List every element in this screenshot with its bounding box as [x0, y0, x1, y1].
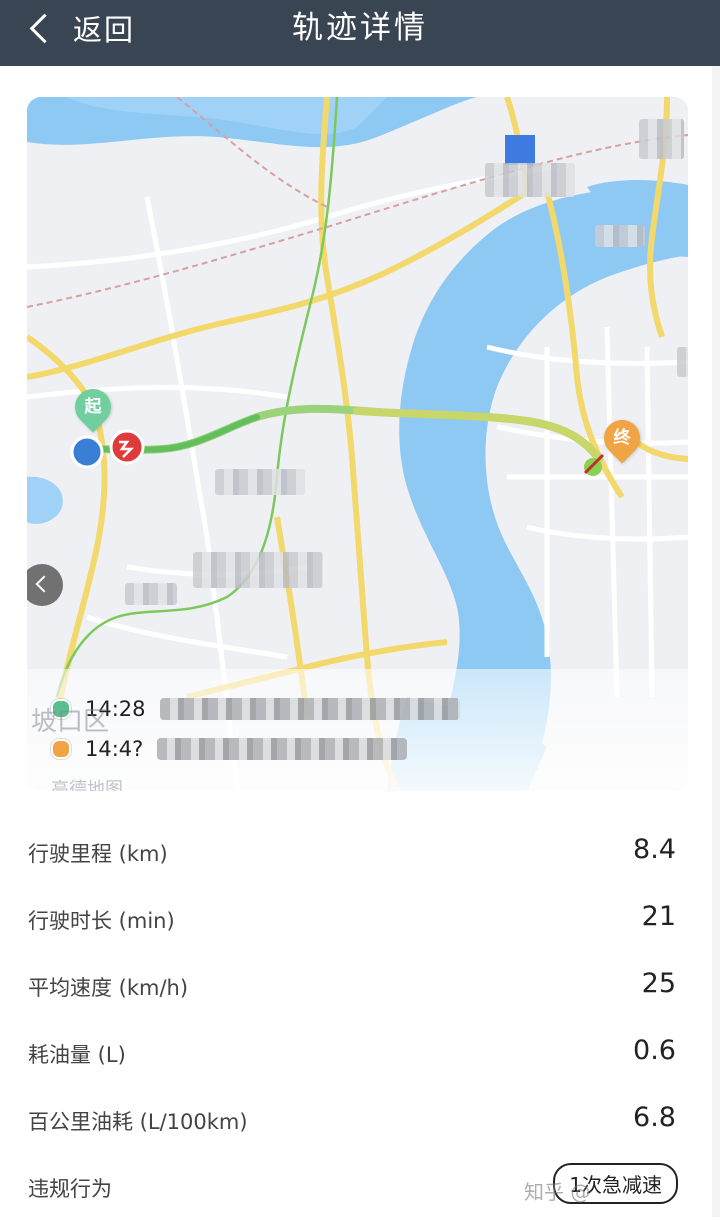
map-blurred-label — [485, 163, 575, 197]
violation-badge-button[interactable]: 1次急减速 — [553, 1163, 678, 1204]
legend-end-address-blurred — [157, 738, 408, 760]
map-blurred-label — [125, 583, 177, 605]
stat-value: 8.4 — [633, 834, 676, 865]
legend-start-row: 14:28 — [51, 697, 460, 721]
start-pin: 起 — [67, 381, 119, 433]
legend-start-address-blurred — [159, 698, 460, 720]
legend-end-time: 14:4? — [85, 737, 144, 761]
trip-map[interactable]: 起 终 14:28 14:4? 坡口区 高德地图 — [27, 97, 688, 791]
stat-label: 平均速度 (km/h) — [28, 976, 189, 1000]
right-edge-strip — [712, 66, 720, 1217]
stat-value: 21 — [641, 901, 676, 932]
stat-value: 0.6 — [633, 1035, 676, 1066]
top-nav-bar: 返回 轨迹详情 — [0, 0, 720, 66]
map-blurred-label — [193, 552, 323, 588]
stat-violations: 违规行为 1次急减速 — [0, 1155, 712, 1221]
map-legend: 14:28 14:4? — [27, 669, 688, 791]
map-blurred-label — [677, 347, 688, 377]
stat-value: 6.8 — [633, 1102, 676, 1133]
stat-label: 行驶时长 (min) — [28, 909, 175, 933]
stat-label: 违规行为 — [28, 1177, 112, 1201]
stat-fuel-used: 耗油量 (L) 0.6 — [0, 1021, 712, 1087]
map-brand-label: 高德地图 — [51, 779, 123, 791]
start-pin-label: 起 — [84, 397, 102, 417]
stat-label: 行驶里程 (km) — [28, 842, 168, 866]
page-title: 轨迹详情 — [292, 10, 428, 46]
map-blurred-label — [639, 119, 684, 159]
stat-average-speed: 平均速度 (km/h) 25 — [0, 954, 712, 1020]
stat-label: 百公里油耗 (L/100km) — [28, 1110, 248, 1134]
map-blurred-label — [215, 469, 305, 495]
end-pin-label: 终 — [613, 428, 631, 448]
stat-distance: 行驶里程 (km) 8.4 — [0, 820, 712, 886]
end-pin: 终 — [596, 412, 648, 464]
stat-value: 25 — [641, 968, 676, 999]
legend-end-dot — [51, 739, 71, 759]
map-district-label: 坡口区 — [31, 707, 110, 737]
stat-label: 耗油量 (L) — [28, 1043, 126, 1067]
stat-fuel-per-100km: 百公里油耗 (L/100km) 6.8 — [0, 1088, 712, 1154]
legend-end-row: 14:4? — [51, 737, 408, 761]
stat-duration: 行驶时长 (min) 21 — [0, 887, 712, 953]
map-blurred-label — [595, 225, 645, 247]
